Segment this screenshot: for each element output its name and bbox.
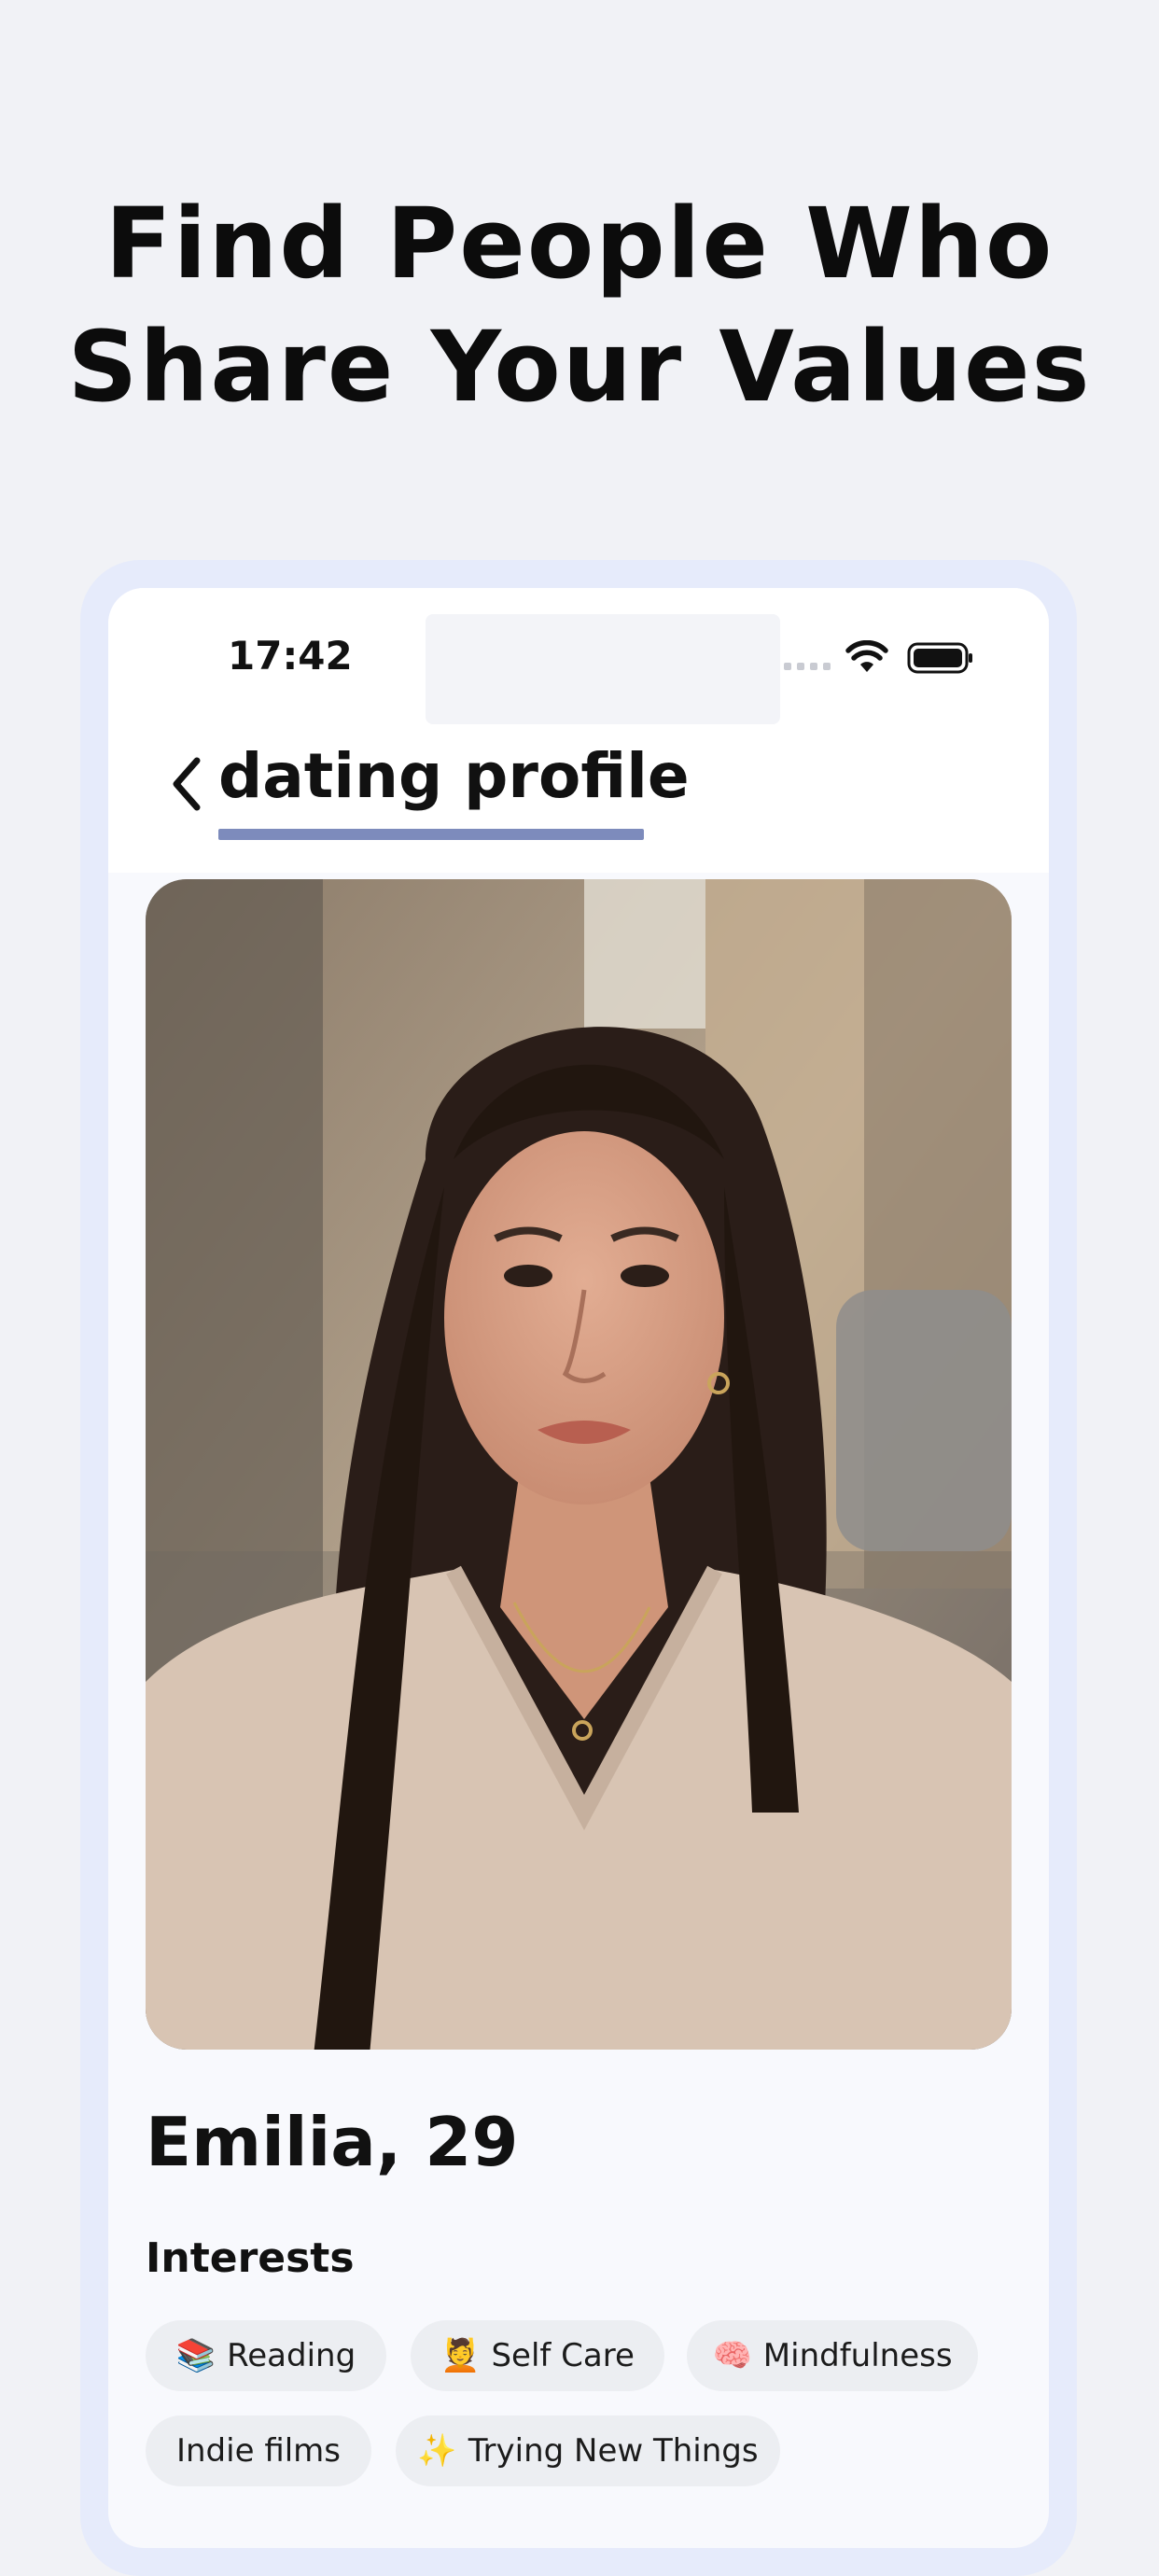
headline-line-2: Share Your Values xyxy=(67,310,1092,424)
interest-chip-mindfulness[interactable]: 🧠 Mindfulness xyxy=(687,2320,978,2391)
chip-label: Trying New Things xyxy=(468,2432,759,2470)
chip-label: Indie films xyxy=(175,2432,342,2470)
battery-icon xyxy=(907,642,972,674)
marketing-headline: Find People Who Share Your Values xyxy=(0,182,1159,428)
interest-chip-reading[interactable]: 📚 Reading xyxy=(146,2320,386,2391)
status-time: 17:42 xyxy=(228,633,353,679)
headline-line-1: Find People Who xyxy=(105,187,1054,301)
books-icon: 📚 xyxy=(175,2337,216,2374)
cellular-signal-icon xyxy=(784,663,831,670)
massage-icon: 💆 xyxy=(440,2337,481,2374)
interests-title: Interests xyxy=(146,2234,355,2282)
interest-chip-trying-new-things[interactable]: ✨ Trying New Things xyxy=(396,2415,780,2486)
interest-chip-indie-films[interactable]: Indie films xyxy=(146,2415,371,2486)
back-button[interactable] xyxy=(159,751,215,817)
title-underline xyxy=(218,829,644,840)
interest-chip-self-care[interactable]: 💆 Self Care xyxy=(411,2320,664,2391)
phone-screen: 17:42 dating profile Emilia, 29 Interest… xyxy=(108,588,1049,2548)
dynamic-island xyxy=(426,614,780,724)
brain-icon: 🧠 xyxy=(712,2337,752,2374)
chip-label: Reading xyxy=(227,2337,356,2374)
sparkles-icon: ✨ xyxy=(417,2432,457,2470)
chevron-left-icon xyxy=(173,757,201,811)
chip-label: Mindfulness xyxy=(762,2337,953,2374)
profile-photo[interactable] xyxy=(146,879,1012,2050)
page-title: dating profile xyxy=(218,740,690,812)
chip-label: Self Care xyxy=(491,2337,635,2374)
profile-name-age: Emilia, 29 xyxy=(146,2103,519,2181)
wifi-icon xyxy=(845,640,888,672)
